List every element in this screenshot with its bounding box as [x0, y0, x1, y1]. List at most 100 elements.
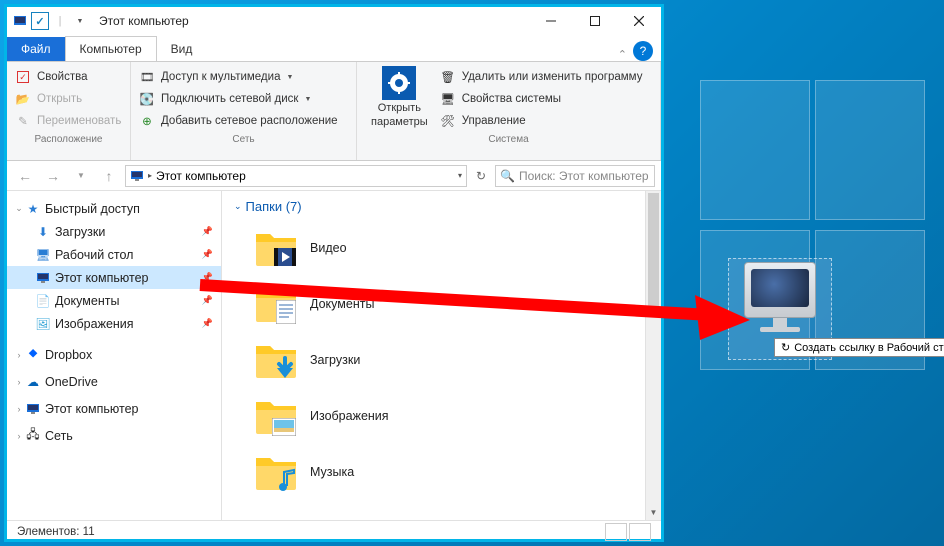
tree-this-pc[interactable]: ›Этот компьютер	[7, 397, 221, 420]
qat-properties-icon[interactable]: ✓	[31, 12, 49, 30]
tree-network[interactable]: ›🖧Сеть	[7, 424, 221, 447]
cloud-icon: ☁	[25, 374, 41, 390]
window-title: Этот компьютер	[93, 14, 529, 28]
pin-icon: 📌	[202, 226, 213, 237]
ribbon-add-location[interactable]: ⊕Добавить сетевое расположение	[139, 110, 348, 132]
pin-icon: 📌	[202, 295, 213, 306]
address-dropdown-icon[interactable]: ▾	[458, 171, 462, 180]
status-item-count: Элементов: 11	[17, 526, 95, 538]
folder-music[interactable]: Музыка	[254, 444, 649, 500]
document-icon: 📄	[35, 293, 51, 309]
search-placeholder: Поиск: Этот компьютер	[519, 169, 649, 183]
qat-dropdown-icon[interactable]: ▼	[71, 12, 89, 30]
map-drive-icon: 💽	[139, 91, 155, 107]
tab-computer[interactable]: Компьютер	[65, 36, 157, 61]
gear-icon	[382, 66, 416, 100]
folder-pictures[interactable]: Изображения	[254, 388, 649, 444]
ribbon-group-system-label: Система	[365, 132, 652, 145]
dropbox-icon: ⯁	[25, 347, 41, 363]
explorer-window: ✓ | ▼ Этот компьютер Файл Компьютер Вид …	[4, 4, 664, 542]
media-icon: 🎞	[139, 69, 155, 85]
pin-icon: 📌	[202, 318, 213, 329]
nav-history-button[interactable]: ▼	[69, 164, 93, 188]
tree-dropbox[interactable]: ›⯁Dropbox	[7, 343, 221, 366]
quick-access-toolbar: ✓ | ▼	[7, 12, 93, 30]
pictures-icon: 🖼	[35, 316, 51, 332]
help-button[interactable]: ?	[633, 41, 653, 61]
folder-videos[interactable]: Видео	[254, 220, 649, 276]
ribbon-sys-props[interactable]: 🖥Свойства системы	[440, 88, 643, 110]
rename-icon: ✎	[15, 113, 31, 129]
close-button[interactable]	[617, 7, 661, 35]
refresh-button[interactable]: ↻	[471, 169, 491, 183]
nav-up-button[interactable]: ↑	[97, 164, 121, 188]
tree-documents[interactable]: 📄Документы📌	[7, 289, 221, 312]
tree-desktop[interactable]: 🖥Рабочий стол📌	[7, 243, 221, 266]
network-icon: 🖧	[25, 428, 41, 444]
view-large-button[interactable]	[629, 523, 651, 541]
tab-view[interactable]: Вид	[157, 37, 207, 61]
search-box[interactable]: 🔍 Поиск: Этот компьютер	[495, 165, 655, 187]
navigation-pane: ⌄★Быстрый доступ ⬇Загрузки📌 🖥Рабочий сто…	[7, 191, 222, 520]
link-icon: ↻	[781, 341, 790, 354]
ribbon-manage[interactable]: 🛠Управление	[440, 110, 643, 132]
tab-file[interactable]: Файл	[7, 37, 65, 61]
tree-this-pc-pinned[interactable]: Этот компьютер📌	[7, 266, 221, 289]
monitor-icon	[744, 262, 816, 318]
ribbon-media-access[interactable]: 🎞Доступ к мультимедиа▼	[139, 66, 348, 88]
ribbon-map-drive[interactable]: 💽Подключить сетевой диск▼	[139, 88, 348, 110]
chevron-down-icon: ⌄	[13, 203, 25, 214]
nav-forward-button: →	[41, 164, 65, 188]
uninstall-icon: 🗑	[440, 69, 456, 85]
ribbon-open: 📂Открыть	[15, 88, 122, 110]
qat-divider: |	[51, 12, 69, 30]
chevron-right-icon: ›	[13, 350, 25, 360]
address-text: Этот компьютер	[156, 169, 246, 183]
pin-icon: 📌	[202, 272, 213, 283]
address-bar[interactable]: ▸ Этот компьютер ▾	[125, 165, 467, 187]
star-icon: ★	[25, 201, 41, 217]
content-area[interactable]: ⌄Папки (7) Видео Документы Загрузки Изоб…	[222, 191, 661, 520]
tree-onedrive[interactable]: ›☁OneDrive	[7, 370, 221, 393]
this-pc-icon	[130, 169, 144, 183]
ribbon-collapse-icon[interactable]: ⌃	[618, 48, 627, 61]
ribbon-open-settings[interactable]: Открыть параметры	[365, 66, 434, 132]
ribbon-rename: ✎Переименовать	[15, 110, 122, 132]
scroll-down-button[interactable]: ▼	[646, 504, 661, 520]
tree-quick-access[interactable]: ⌄★Быстрый доступ	[7, 197, 221, 220]
add-location-icon: ⊕	[139, 113, 155, 129]
minimize-button[interactable]	[529, 7, 573, 35]
chevron-right-icon: ›	[13, 431, 25, 441]
pin-icon: 📌	[202, 249, 213, 260]
ribbon-uninstall[interactable]: 🗑Удалить или изменить программу	[440, 66, 643, 88]
view-details-button[interactable]	[605, 523, 627, 541]
statusbar: Элементов: 11	[7, 520, 661, 543]
manage-icon: 🛠	[440, 113, 456, 129]
maximize-button[interactable]	[573, 7, 617, 35]
navbar: ← → ▼ ↑ ▸ Этот компьютер ▾ ↻ 🔍 Поиск: Эт…	[7, 161, 661, 191]
sys-props-icon: 🖥	[440, 91, 456, 107]
folder-downloads[interactable]: Загрузки	[254, 332, 649, 388]
vertical-scrollbar[interactable]: ▲ ▼	[645, 191, 661, 520]
titlebar[interactable]: ✓ | ▼ Этот компьютер	[7, 7, 661, 35]
open-icon: 📂	[15, 91, 31, 107]
chevron-down-icon: ⌄	[234, 201, 242, 212]
chevron-right-icon: ›	[13, 377, 25, 387]
nav-back-button[interactable]: ←	[13, 164, 37, 188]
this-pc-icon	[25, 401, 41, 417]
chevron-right-icon[interactable]: ▸	[148, 171, 152, 180]
chevron-right-icon: ›	[13, 404, 25, 414]
ribbon-group-location-label: Расположение	[15, 132, 122, 145]
desktop-icon: 🖥	[35, 247, 51, 263]
tree-pictures[interactable]: 🖼Изображения📌	[7, 312, 221, 335]
tree-downloads[interactable]: ⬇Загрузки📌	[7, 220, 221, 243]
folder-documents[interactable]: Документы	[254, 276, 649, 332]
drop-tooltip: ↻ Создать ссылку в Рабочий стол	[774, 338, 944, 357]
ribbon-tabs: Файл Компьютер Вид ⌃ ?	[7, 35, 661, 61]
ribbon-properties[interactable]: ✓Свойства	[15, 66, 122, 88]
ribbon-group-network-label: Сеть	[139, 132, 348, 145]
group-header-folders[interactable]: ⌄Папки (7)	[234, 199, 649, 214]
scroll-thumb[interactable]	[648, 193, 659, 313]
download-icon: ⬇	[35, 224, 51, 240]
system-menu-icon[interactable]	[11, 12, 29, 30]
